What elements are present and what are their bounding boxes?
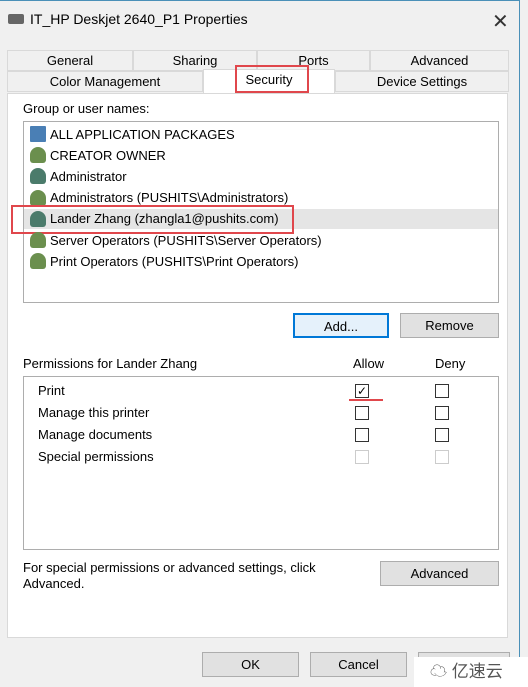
- allow-checkbox[interactable]: [355, 406, 369, 420]
- list-item[interactable]: ALL APPLICATION PACKAGES: [30, 124, 235, 144]
- group-icon: [30, 189, 46, 206]
- allow-checkbox: [355, 450, 369, 464]
- list-item[interactable]: Print Operators (PUSHITS\Print Operators…: [30, 251, 299, 271]
- groups-label: Group or user names:: [23, 101, 150, 116]
- deny-checkbox[interactable]: [435, 428, 449, 442]
- allow-checkbox[interactable]: ✓: [355, 384, 369, 398]
- printer-icon: [8, 14, 24, 24]
- group-icon: [30, 253, 46, 270]
- security-panel: Group or user names: ALL APPLICATION PAC…: [7, 93, 508, 638]
- title-bar: IT_HP Deskjet 2640_P1 Properties: [8, 11, 248, 27]
- user-icon: [30, 168, 46, 185]
- ok-button[interactable]: OK: [202, 652, 299, 677]
- cancel-button[interactable]: Cancel: [310, 652, 407, 677]
- tab-advanced[interactable]: Advanced: [370, 50, 509, 71]
- cloud-logo-icon: ☁: [430, 662, 447, 681]
- allow-header: Allow: [353, 356, 385, 371]
- permission-name: Special permissions: [38, 449, 154, 464]
- group-icon: [30, 232, 46, 248]
- list-item[interactable]: Administrator: [30, 166, 127, 186]
- permission-name: Manage documents: [38, 427, 153, 442]
- add-button[interactable]: Add...: [293, 313, 389, 338]
- deny-checkbox[interactable]: [435, 384, 449, 398]
- properties-dialog: IT_HP Deskjet 2640_P1 Properties ✕ Gener…: [0, 0, 528, 687]
- allow-underline-mark: [349, 399, 383, 401]
- close-button[interactable]: ✕: [492, 9, 509, 34]
- tab-color-management[interactable]: Color Management: [7, 71, 203, 92]
- permissions-list: Print ✓ Manage this printer Manage document…: [23, 376, 499, 550]
- window-title: IT_HP Deskjet 2640_P1 Properties: [30, 11, 248, 27]
- groups-list[interactable]: ALL APPLICATION PACKAGES CREATOR OWNER Adm…: [11, 121, 499, 303]
- group-name: Administrator: [50, 168, 127, 184]
- group-name: CREATOR OWNER: [50, 147, 166, 163]
- deny-checkbox[interactable]: [435, 406, 449, 420]
- permission-name: Print: [38, 383, 65, 398]
- group-name: Server Operators (PUSHITS\Server Operato…: [50, 232, 322, 248]
- group-name: Administrators (PUSHITS\Administrators): [50, 190, 289, 206]
- group-name: ALL APPLICATION PACKAGES: [50, 126, 235, 142]
- deny-checkbox: [435, 450, 449, 464]
- list-item[interactable]: Server Operators (PUSHITS\Server Operato…: [30, 230, 322, 250]
- group-name: Print Operators (PUSHITS\Print Operators…: [50, 253, 299, 269]
- group-icon: [30, 147, 46, 164]
- allow-checkbox[interactable]: [355, 428, 369, 442]
- advanced-button[interactable]: Advanced: [380, 561, 499, 586]
- highlight-security-tab: [235, 65, 309, 93]
- advanced-note: For special permissions or advanced sett…: [23, 560, 316, 591]
- tab-general[interactable]: General: [7, 50, 133, 71]
- remove-button[interactable]: Remove: [400, 313, 499, 338]
- packages-icon: [30, 126, 46, 142]
- permission-name: Manage this printer: [38, 405, 150, 420]
- permissions-label: Permissions for Lander Zhang: [23, 356, 198, 371]
- list-item[interactable]: CREATOR OWNER: [30, 145, 166, 165]
- tab-device-settings[interactable]: Device Settings: [335, 71, 509, 92]
- deny-header: Deny: [435, 356, 466, 371]
- watermark-logo: ☁ 亿速云: [414, 657, 528, 687]
- watermark-text: 亿速云: [451, 662, 503, 681]
